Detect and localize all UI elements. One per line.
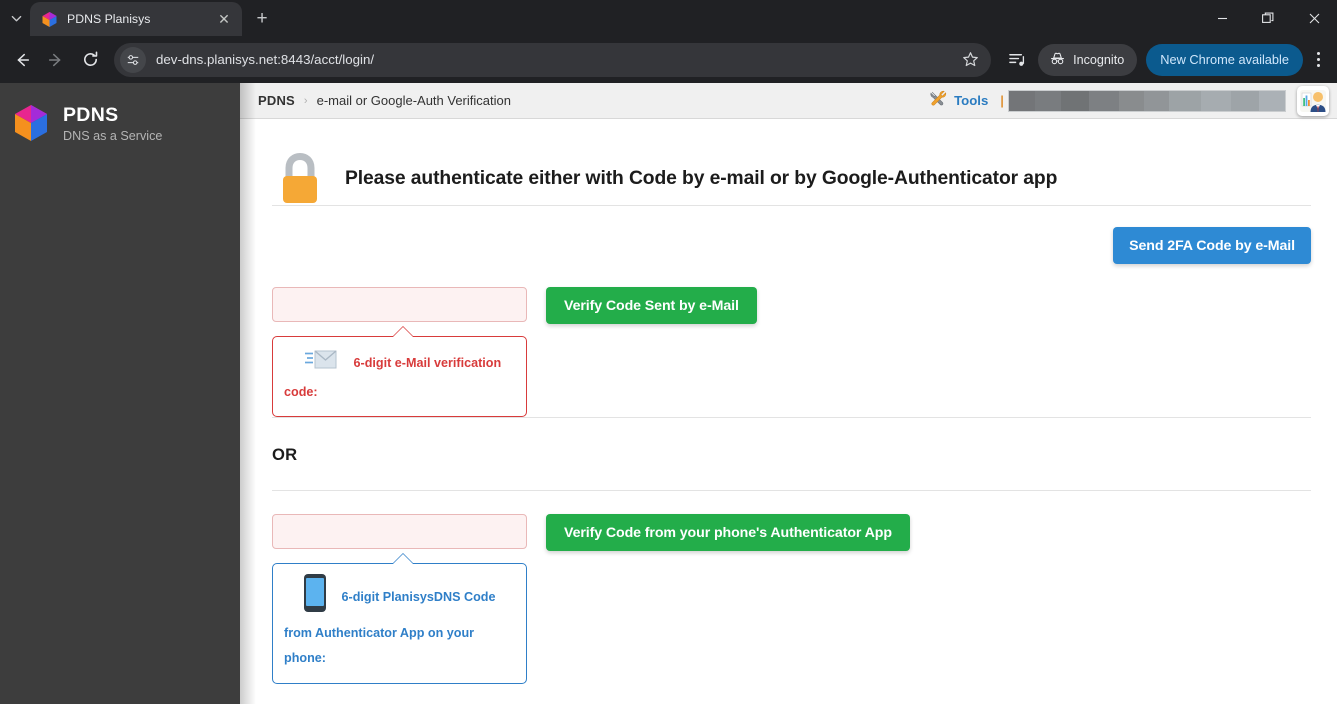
address-bar[interactable]: dev-dns.planisys.net:8443/acct/login/	[114, 42, 992, 77]
browser-menu-button[interactable]	[1305, 44, 1331, 76]
tab-strip: PDNS Planisys ✕ +	[0, 0, 1337, 36]
minimize-icon	[1217, 17, 1227, 19]
page-content: PDNS › e-mail or Google-Auth Verificatio…	[240, 83, 1337, 704]
menu-dot	[1316, 64, 1320, 67]
topbar-actions: Tools |	[929, 85, 1329, 116]
auth-heading-row: Please authenticate either with Code by …	[272, 119, 1311, 205]
reload-button[interactable]	[74, 44, 106, 76]
window-maximize-button[interactable]	[1245, 1, 1291, 35]
sidebar-brand[interactable]: PDNS DNS as a Service	[0, 83, 240, 143]
star-icon	[962, 52, 978, 67]
menu-dot	[1316, 58, 1320, 61]
new-tab-button[interactable]: +	[248, 4, 276, 32]
incognito-indicator[interactable]: Incognito	[1038, 43, 1138, 76]
email-code-tooltip: 6-digit e-Mail verification code:	[272, 325, 527, 418]
tools-separator: |	[1000, 93, 1004, 108]
breadcrumb-separator-icon: ›	[303, 94, 308, 107]
page-viewport: PDNS DNS as a Service PDNS › e-mail or G…	[0, 83, 1337, 704]
redacted-account-field	[1008, 89, 1286, 112]
or-separator-block: OR	[272, 417, 1311, 492]
chevron-down-icon	[11, 15, 21, 21]
browser-window: PDNS Planisys ✕ + dev-dns.planisys.net:8…	[0, 0, 1337, 704]
forward-arrow-icon	[48, 53, 61, 66]
browser-tab[interactable]: PDNS Planisys ✕	[30, 2, 242, 36]
window-minimize-button[interactable]	[1199, 1, 1245, 35]
tune-icon	[127, 54, 139, 65]
back-button[interactable]	[6, 44, 38, 76]
tools-link[interactable]: Tools |	[929, 90, 1008, 111]
incognito-hat-icon	[1049, 51, 1066, 69]
url-text: dev-dns.planisys.net:8443/acct/login/	[156, 52, 375, 67]
email-code-field-group: 6-digit e-Mail verification code:	[272, 287, 527, 418]
menu-dot	[1316, 52, 1320, 55]
breadcrumb-current: e-mail or Google-Auth Verification	[316, 93, 511, 108]
authenticator-code-input[interactable]	[272, 514, 527, 550]
breadcrumb-root[interactable]: PDNS	[258, 93, 295, 108]
verify-authenticator-code-button[interactable]: Verify Code from your phone's Authentica…	[546, 514, 910, 552]
incognito-label: Incognito	[1073, 52, 1125, 67]
window-close-button[interactable]	[1291, 1, 1337, 35]
authenticator-field-group: 6-digit PlanisysDNS Code from Authentica…	[272, 514, 527, 684]
or-label: OR	[272, 445, 298, 465]
breadcrumb: PDNS › e-mail or Google-Auth Verificatio…	[258, 93, 511, 108]
pdns-cube-icon	[12, 103, 50, 143]
bookmark-button[interactable]	[955, 45, 985, 75]
padlock-icon	[277, 152, 323, 205]
tab-title: PDNS Planisys	[67, 12, 151, 26]
tools-wrench-icon	[929, 90, 948, 111]
page-title: Please authenticate either with Code by …	[345, 168, 1058, 189]
close-icon	[1309, 13, 1319, 23]
site-settings-button[interactable]	[120, 46, 146, 73]
tools-label: Tools	[954, 93, 989, 108]
page-topbar: PDNS › e-mail or Google-Auth Verificatio…	[240, 83, 1337, 119]
email-code-input[interactable]	[272, 287, 527, 322]
tab-search-button[interactable]	[2, 4, 30, 32]
email-code-section: 6-digit e-Mail verification code: Verify…	[272, 264, 1311, 418]
reading-list-button[interactable]	[1001, 44, 1033, 76]
authenticator-code-section: 6-digit PlanisysDNS Code from Authentica…	[272, 491, 1311, 684]
auth-page: Please authenticate either with Code by …	[240, 119, 1337, 684]
smartphone-icon	[304, 574, 326, 621]
browser-toolbar: dev-dns.planisys.net:8443/acct/login/ In…	[0, 36, 1337, 83]
envelope-icon	[304, 347, 338, 380]
tab-close-button[interactable]: ✕	[214, 9, 234, 29]
send-2fa-email-button[interactable]: Send 2FA Code by e-Mail	[1113, 227, 1311, 264]
send-code-row: Send 2FA Code by e-Mail	[272, 206, 1311, 264]
app-sidebar: PDNS DNS as a Service	[0, 83, 240, 704]
verify-email-code-button[interactable]: Verify Code Sent by e-Mail	[546, 287, 757, 324]
window-controls	[1199, 0, 1337, 36]
chrome-update-button[interactable]: New Chrome available	[1146, 43, 1303, 76]
brand-tagline: DNS as a Service	[63, 128, 163, 143]
back-arrow-icon	[17, 53, 30, 66]
reload-icon	[83, 51, 97, 66]
pdns-cube-icon	[41, 11, 58, 28]
reading-list-icon	[1008, 54, 1024, 66]
forward-button[interactable]	[40, 44, 72, 76]
restore-icon	[1262, 12, 1274, 23]
user-avatar-icon[interactable]	[1297, 85, 1329, 116]
authenticator-tooltip: 6-digit PlanisysDNS Code from Authentica…	[272, 553, 527, 684]
brand-name: PDNS	[63, 103, 119, 126]
